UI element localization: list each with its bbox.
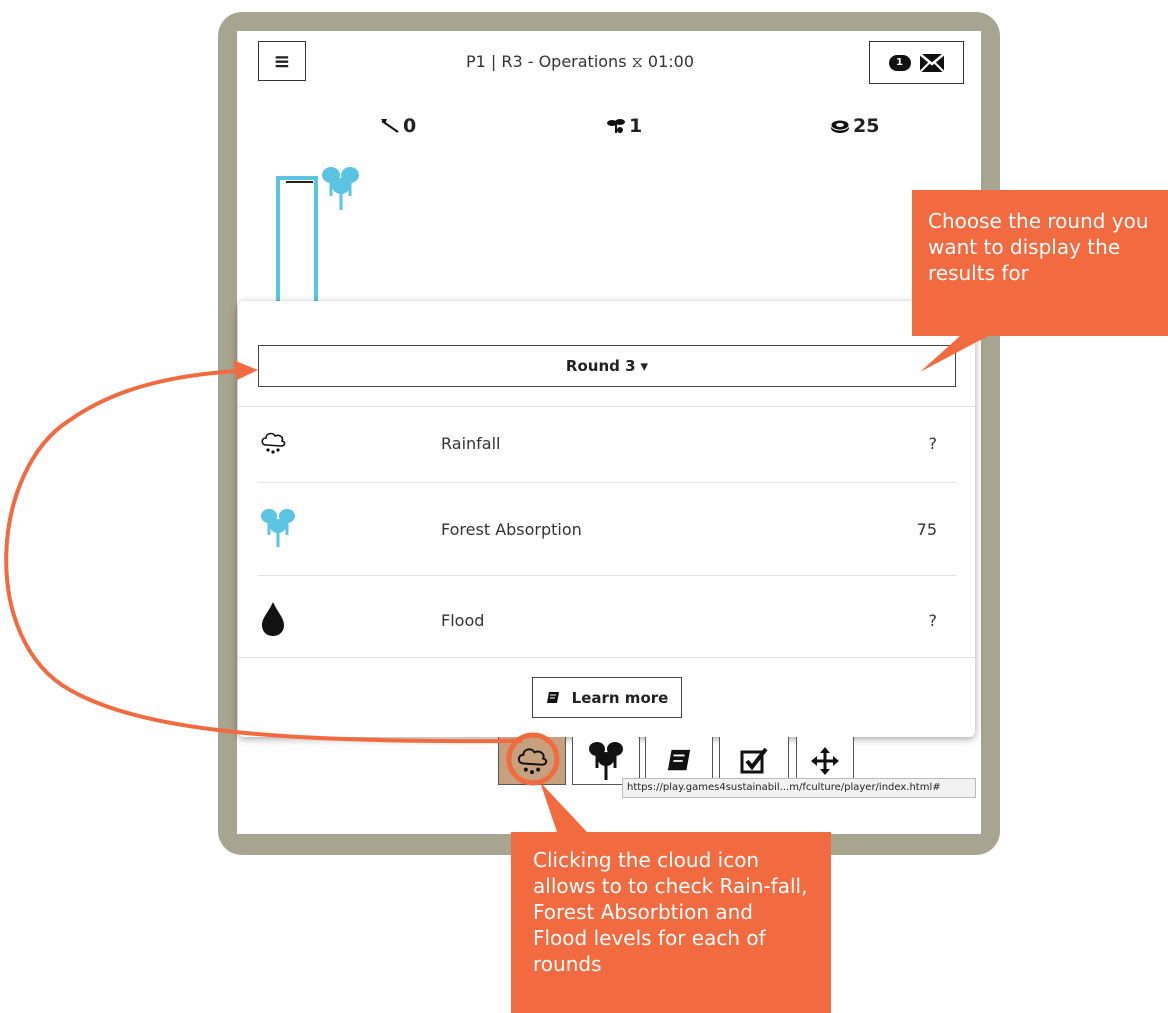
- rain-cloud-icon: [261, 432, 286, 454]
- rainfall-label: Rainfall: [441, 434, 501, 453]
- page-title: P1 | R3 - Operations ⧖ 01:00: [465, 52, 695, 71]
- message-count-badge: 1: [888, 54, 911, 71]
- trees-icon: [322, 167, 359, 210]
- cloud-callout: Clicking the cloud icon allows to to che…: [511, 832, 831, 1013]
- seedling-icon: [607, 119, 625, 133]
- forest-absorption-value: 75: [916, 520, 937, 539]
- coins-icon: [830, 119, 850, 133]
- axe-count: 0: [403, 115, 417, 137]
- round-selector[interactable]: Round 3 ▾: [258, 345, 956, 387]
- forest-absorption-label: Forest Absorption: [441, 520, 582, 539]
- book-icon: [546, 691, 559, 703]
- learn-more-button[interactable]: Learn more: [532, 677, 682, 718]
- axe-stat: 0: [380, 115, 416, 137]
- divider: [238, 657, 975, 658]
- round-results-panel: Round 3 ▾ Rainfall ? Forest Absorption 7…: [238, 301, 975, 737]
- divider: [258, 482, 956, 483]
- round-callout: Choose the round you want to display the…: [912, 190, 1168, 336]
- seedling-count: 1: [629, 115, 643, 137]
- round-selector-label: Round 3: [565, 357, 636, 375]
- trees-icon: [589, 741, 623, 780]
- forest-plot[interactable]: [276, 176, 318, 302]
- hamburger-icon: ≡: [273, 49, 291, 73]
- rainfall-value: ?: [928, 434, 938, 453]
- messages-button[interactable]: 1: [869, 41, 964, 84]
- axe-icon: [381, 119, 399, 133]
- book-icon: [667, 749, 691, 770]
- menu-button[interactable]: ≡: [258, 41, 306, 81]
- divider: [238, 406, 975, 407]
- url-tooltip: https://play.games4sustainabil...m/fcult…: [622, 778, 976, 798]
- coins-stat: 25: [830, 115, 879, 137]
- flood-value: ?: [928, 611, 938, 630]
- water-drop-icon: [262, 602, 284, 636]
- trees-icon: [261, 509, 295, 547]
- caret-down-icon: ▾: [640, 357, 649, 375]
- divider: [258, 575, 956, 576]
- envelope-icon: [918, 52, 945, 73]
- plot-divider: [286, 181, 313, 183]
- checkbox-icon: [740, 747, 768, 773]
- learn-more-label: Learn more: [571, 688, 669, 707]
- seedling-stat: 1: [606, 115, 642, 137]
- toolbar-rain-button[interactable]: [498, 737, 566, 785]
- flood-label: Flood: [441, 611, 485, 630]
- rain-cloud-icon: [517, 747, 548, 774]
- move-arrows-icon: [811, 746, 839, 775]
- coins-count: 25: [853, 115, 880, 137]
